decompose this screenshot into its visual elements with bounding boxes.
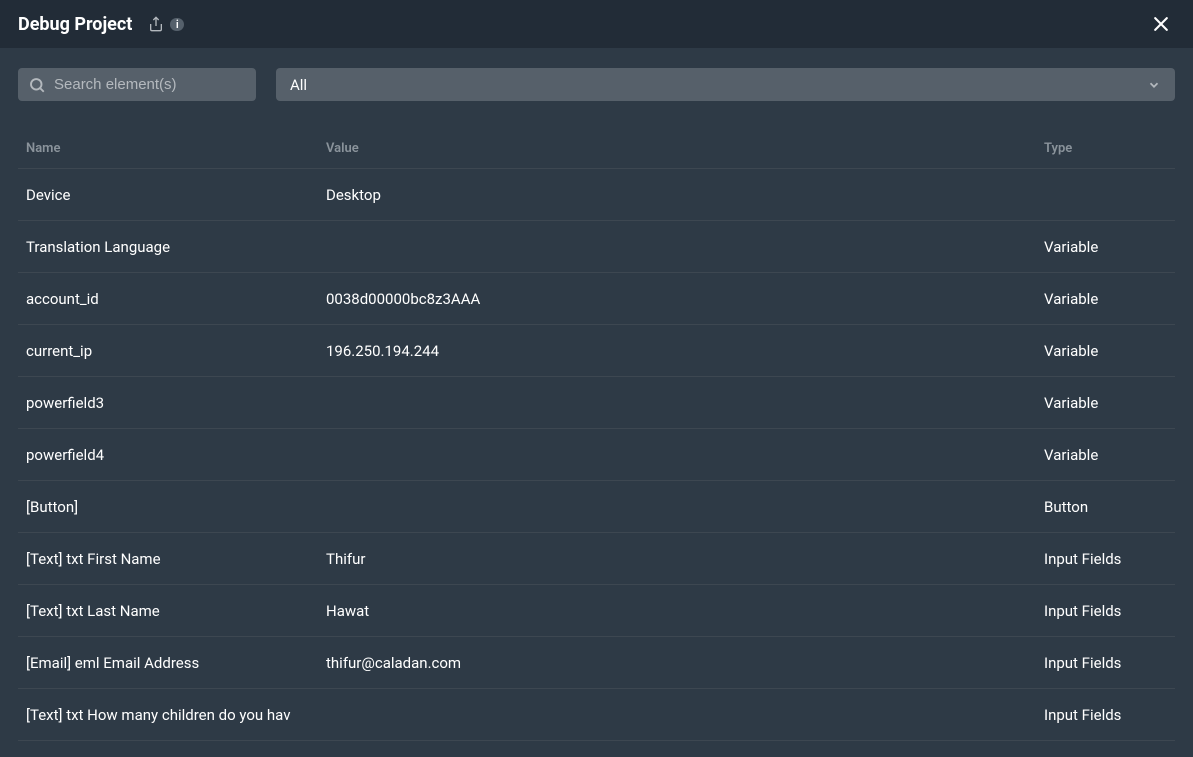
- cell-type: Variable: [1044, 446, 1167, 464]
- table-row[interactable]: [Text] txt Last NameHawatInput Fields: [18, 585, 1175, 637]
- cell-name: current_ip: [26, 342, 326, 360]
- toolbar: All: [0, 48, 1193, 101]
- th-name: Name: [26, 141, 326, 156]
- table-row[interactable]: [Text] txt First NameThifurInput Fields: [18, 533, 1175, 585]
- cell-type: Input Fields: [1044, 550, 1167, 568]
- table-row[interactable]: powerfield4 Variable: [18, 429, 1175, 481]
- table-row[interactable]: [Email] eml Email Addressthifur@caladan.…: [18, 637, 1175, 689]
- share-badge: i: [170, 18, 184, 31]
- cell-name: [Text] txt Last Name: [26, 602, 326, 620]
- search-input[interactable]: [54, 76, 253, 93]
- cell-value: Thifur: [326, 550, 1044, 568]
- search-field-wrap[interactable]: [18, 68, 256, 101]
- share-group[interactable]: i: [148, 16, 184, 32]
- filter-dropdown[interactable]: All: [276, 68, 1175, 101]
- table-row[interactable]: Translation Language Variable: [18, 221, 1175, 273]
- cell-type: Variable: [1044, 290, 1167, 308]
- table-row[interactable]: [Text] txt How many children do you hav I…: [18, 689, 1175, 741]
- chevron-down-icon: [1147, 78, 1161, 92]
- cell-name: [Button]: [26, 498, 326, 516]
- table-row[interactable]: [Button] Button: [18, 481, 1175, 533]
- cell-name: [Email] eml Email Address: [26, 654, 326, 672]
- table-row[interactable]: account_id0038d00000bc8z3AAAVariable: [18, 273, 1175, 325]
- window-title: Debug Project: [18, 14, 132, 35]
- table-body: DeviceDesktop Translation Language Variabl…: [18, 169, 1175, 757]
- cell-type: Input Fields: [1044, 602, 1167, 620]
- table-row[interactable]: DeviceDesktop: [18, 169, 1175, 221]
- cell-name: Device: [26, 186, 326, 204]
- search-icon: [28, 76, 46, 94]
- cell-name: powerfield4: [26, 446, 326, 464]
- table-area: Name Value Type DeviceDesktopTranslation…: [0, 101, 1193, 757]
- cell-value: thifur@caladan.com: [326, 654, 1044, 672]
- close-icon: [1151, 14, 1171, 34]
- cell-type: Input Fields: [1044, 706, 1167, 724]
- cell-name: account_id: [26, 290, 326, 308]
- table-row[interactable]: current_ip196.250.194.244Variable: [18, 325, 1175, 377]
- th-value: Value: [326, 141, 1044, 156]
- table-row[interactable]: powerfield3 Variable: [18, 377, 1175, 429]
- close-button[interactable]: [1147, 10, 1175, 38]
- th-type: Type: [1044, 141, 1167, 156]
- cell-name: Translation Language: [26, 238, 326, 256]
- cell-type: Input Fields: [1044, 654, 1167, 672]
- cell-value: Desktop: [326, 186, 1044, 204]
- cell-type: Button: [1044, 498, 1167, 516]
- cell-value: 196.250.194.244: [326, 342, 1044, 360]
- cell-name: [Text] txt How many children do you hav: [26, 706, 326, 724]
- share-icon: [148, 16, 164, 32]
- cell-name: powerfield3: [26, 394, 326, 412]
- cell-type: Variable: [1044, 238, 1167, 256]
- cell-name: [Text] txt First Name: [26, 550, 326, 568]
- cell-value: Hawat: [326, 602, 1044, 620]
- cell-type: Variable: [1044, 342, 1167, 360]
- debug-project-window: Debug Project i: [0, 0, 1193, 757]
- titlebar-left: Debug Project i: [18, 14, 184, 35]
- cell-value: 0038d00000bc8z3AAA: [326, 290, 1044, 308]
- filter-selected-label: All: [290, 76, 307, 94]
- cell-type: Variable: [1044, 394, 1167, 412]
- titlebar: Debug Project i: [0, 0, 1193, 48]
- table-header: Name Value Type: [18, 101, 1175, 169]
